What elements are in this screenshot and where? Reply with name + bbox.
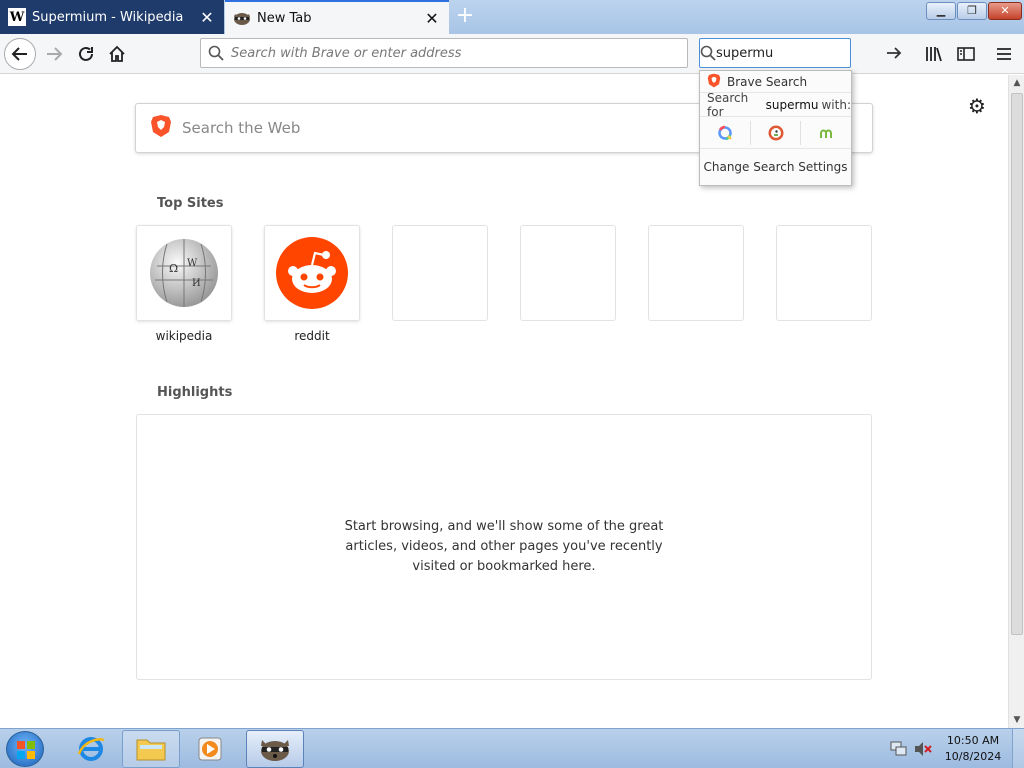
search-go-arrow-icon[interactable]	[886, 39, 902, 67]
search-icon	[201, 39, 231, 67]
volume-muted-icon[interactable]	[914, 741, 932, 757]
home-icon	[109, 45, 125, 62]
mojeek-icon	[820, 129, 833, 138]
start-button[interactable]	[6, 731, 44, 767]
network-icon[interactable]	[890, 741, 908, 757]
sidebar-button[interactable]	[950, 38, 982, 70]
qwant-icon	[718, 125, 732, 140]
hamburger-icon	[997, 48, 1011, 60]
top-site-empty[interactable]	[520, 225, 616, 321]
library-icon	[926, 47, 942, 62]
search-for-row: Search for supermu with:	[700, 90, 851, 119]
address-input[interactable]	[231, 45, 687, 61]
svg-text:Ω: Ω	[169, 262, 178, 275]
show-desktop-button[interactable]	[1012, 729, 1024, 768]
address-bar[interactable]	[200, 38, 688, 68]
highlights-panel: Start browsing, and we'll show some of t…	[136, 414, 872, 680]
minimize-button[interactable]: ▁	[926, 2, 956, 20]
top-site-label: wikipedia	[155, 329, 213, 343]
taskbar-file-explorer[interactable]	[122, 730, 180, 768]
wikipedia-globe-icon: Ω W И	[150, 239, 218, 307]
search-icon	[700, 39, 716, 67]
tab-new-tab[interactable]: New Tab ✕	[225, 0, 449, 34]
sidebar-icon	[957, 47, 975, 61]
search-for-term: supermu	[765, 97, 819, 112]
search-box[interactable]	[699, 38, 902, 68]
gear-icon[interactable]: ⚙	[966, 95, 988, 117]
clock-date: 10/8/2024	[944, 750, 1002, 763]
menu-button[interactable]	[988, 38, 1020, 70]
qwant-engine-button[interactable]	[700, 120, 751, 145]
mojeek-engine-button[interactable]	[801, 121, 851, 145]
taskbar-internet-explorer[interactable]	[62, 730, 120, 768]
change-search-settings-button[interactable]: Change Search Settings	[700, 149, 851, 185]
highlights-empty-message: Start browsing, and we'll show some of t…	[344, 519, 664, 574]
folder-icon	[136, 739, 166, 761]
taskbar: 10:50 AM 10/8/2024	[0, 728, 1024, 768]
close-tab-icon[interactable]: ✕	[421, 9, 443, 28]
search-for-prefix: Search for	[707, 90, 749, 119]
engine-name: Brave Search	[727, 74, 808, 89]
brave-logo-icon	[707, 73, 721, 91]
forward-arrow-icon	[47, 47, 63, 61]
top-site-empty[interactable]	[776, 225, 872, 321]
library-button[interactable]	[918, 38, 950, 70]
reddit-icon	[276, 237, 348, 309]
internet-explorer-icon	[77, 737, 105, 761]
system-clock[interactable]: 10:50 AM 10/8/2024	[940, 733, 1006, 765]
vertical-scrollbar[interactable]: ▲ ▼	[1008, 75, 1024, 728]
tab-title: New Tab	[257, 10, 312, 26]
top-site-empty[interactable]	[392, 225, 488, 321]
taskbar-browser[interactable]	[246, 730, 304, 768]
scroll-down-arrow-icon[interactable]: ▼	[1009, 712, 1024, 728]
wikipedia-icon: W	[8, 8, 26, 26]
raccoon-icon	[233, 9, 251, 27]
new-tab-page: ⚙ Top Sites Ω W И wikipedia	[0, 75, 1008, 728]
top-site-wikipedia[interactable]: Ω W И	[136, 225, 232, 321]
taskbar-media-player[interactable]	[182, 730, 240, 768]
duckduckgo-icon	[768, 125, 783, 140]
back-arrow-icon	[11, 47, 27, 61]
tab-title: Supermium - Wikipedia	[32, 9, 184, 25]
scroll-thumb[interactable]	[1011, 93, 1023, 635]
navigation-toolbar	[0, 34, 1024, 74]
reload-button[interactable]	[70, 38, 102, 70]
svg-text:И: И	[192, 278, 201, 289]
scroll-up-arrow-icon[interactable]: ▲	[1009, 75, 1024, 91]
clock-time: 10:50 AM	[946, 734, 1000, 747]
top-site-label: reddit	[294, 329, 330, 343]
highlights-heading: Highlights	[157, 385, 233, 400]
tab-wikipedia[interactable]: W Supermium - Wikipedia ✕	[0, 0, 224, 34]
media-player-icon	[198, 737, 222, 761]
search-input[interactable]	[716, 45, 886, 61]
back-button[interactable]	[4, 38, 36, 70]
brave-logo-icon	[150, 114, 172, 142]
forward-button[interactable]	[38, 38, 70, 70]
close-window-button[interactable]: ✕	[988, 2, 1022, 20]
search-suggestions-dropdown: Brave Search Search for supermu with: Ch…	[699, 70, 852, 186]
close-tab-icon[interactable]: ✕	[196, 8, 218, 27]
raccoon-icon	[261, 740, 289, 761]
tab-bar: W Supermium - Wikipedia ✕ New Tab ✕ + ▁ …	[0, 0, 1024, 34]
search-for-suffix: with:	[821, 97, 851, 112]
home-button[interactable]	[101, 38, 133, 70]
reload-icon	[79, 46, 93, 61]
top-site-empty[interactable]	[648, 225, 744, 321]
svg-text:W: W	[187, 258, 198, 269]
maximize-button[interactable]: ❐	[957, 2, 987, 20]
top-site-reddit[interactable]	[264, 225, 360, 321]
duckduckgo-engine-button[interactable]	[751, 120, 802, 145]
windows-logo-icon	[17, 741, 35, 759]
new-tab-button[interactable]: +	[452, 4, 478, 30]
alternate-engines-row	[700, 117, 851, 149]
top-sites-heading: Top Sites	[157, 196, 224, 211]
